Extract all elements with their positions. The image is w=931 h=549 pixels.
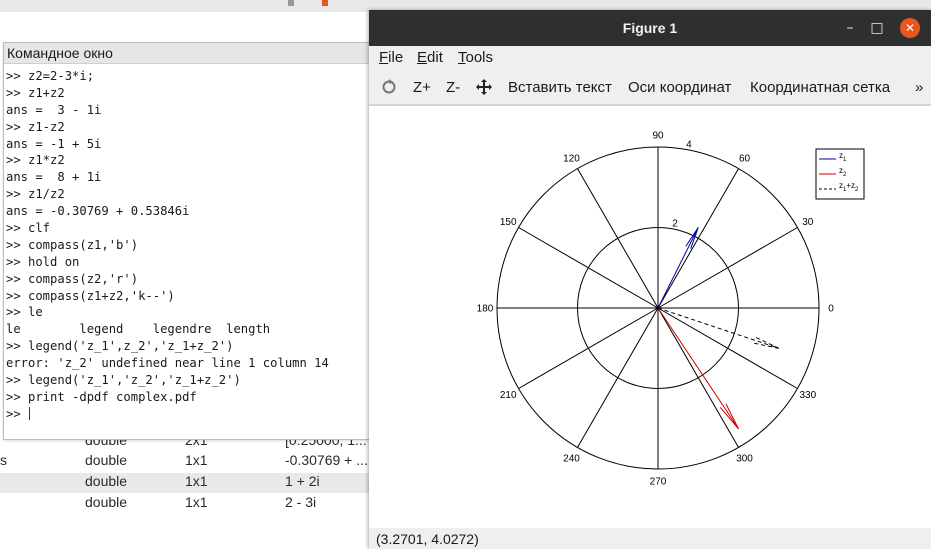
angle-tick-label: 90 — [652, 131, 664, 142]
command-line: >> compass(z1,'b') — [6, 237, 139, 252]
vector-z2 — [657, 307, 739, 430]
figure-titlebar[interactable]: Figure 1 – □ ✕ — [369, 10, 931, 46]
workspace-size: 1x1 — [185, 494, 208, 510]
menu-edit-mnemonic: E — [417, 49, 428, 66]
angle-spoke — [518, 307, 659, 389]
vector-z1plusz2 — [657, 307, 779, 349]
workspace-name: s — [0, 452, 7, 468]
minimize-button[interactable]: – — [840, 18, 860, 38]
command-line: error: 'z_2' undefined near line 1 colum… — [6, 356, 329, 371]
background-mark — [322, 0, 328, 6]
angle-spoke — [518, 227, 659, 309]
workspace-size: 1x1 — [185, 473, 208, 489]
workspace-type: double — [85, 452, 128, 468]
angle-spoke — [577, 168, 659, 309]
command-line: >> z1/z2 — [6, 187, 65, 202]
command-window-body[interactable]: >> z2=2-3*i; >> z1+z2 ans = 3 - 1i >> z1… — [4, 64, 370, 423]
figure-menubar: File Edit Tools — [369, 46, 931, 70]
command-line: >> z1*z2 — [6, 153, 65, 168]
command-line: >> z1+z2 — [6, 85, 65, 100]
angle-tick-label: 240 — [563, 453, 580, 464]
menu-edit[interactable]: Edit — [417, 49, 443, 66]
workspace-value: 2 - 3i — [285, 494, 317, 510]
command-window-title: Командное окно — [4, 43, 370, 64]
menu-tools-label: ools — [465, 49, 494, 66]
menu-tools[interactable]: Tools — [458, 49, 493, 66]
pan-icon[interactable] — [475, 78, 493, 100]
command-prompt-line[interactable]: >> — [6, 406, 370, 423]
angle-tick-label: 210 — [500, 390, 517, 401]
vector-arrowhead — [753, 335, 779, 349]
table-row[interactable]: s double 1x1 -0.30769 + ... — [0, 452, 370, 472]
angle-tick-label: 300 — [736, 453, 753, 464]
cursor-coordinates: (3.2701, 4.0272) — [376, 531, 479, 547]
angle-tick-label: 120 — [563, 154, 580, 165]
menu-file-mnemonic: F — [379, 49, 389, 66]
command-line: >> compass(z1+z2,'k--') — [6, 288, 175, 303]
status-bar: (3.2701, 4.0272) — [369, 528, 931, 549]
close-button[interactable]: ✕ — [900, 18, 920, 38]
compass-plot[interactable]: 0 30 60 90 120 150 180 210 240 270 300 330 2 4 z1z2z1… — [369, 106, 931, 528]
background-mark — [288, 0, 294, 6]
insert-text-button[interactable]: Вставить текст — [508, 79, 612, 96]
maximize-button[interactable]: □ — [867, 18, 887, 38]
command-line: >> legend('z_1',z_2','z_1+z_2') — [6, 339, 234, 354]
figure-canvas[interactable]: 0 30 60 90 120 150 180 210 240 270 300 330 2 4 z1 z2 z1… — [369, 105, 931, 529]
command-window[interactable]: Командное окно >> z2=2-3*i; >> z1+z2 ans… — [3, 42, 371, 440]
radial-tick-label: 2 — [672, 219, 678, 230]
figure-window[interactable]: Figure 1 – □ ✕ File Edit Tools Z+ Z- Вст… — [369, 10, 931, 549]
menu-edit-label: dit — [427, 49, 443, 66]
command-line: >> z2=2-3*i; — [6, 69, 95, 83]
menu-file-label: ile — [388, 49, 404, 66]
command-line: ans = 3 - 1i — [6, 102, 102, 117]
workspace-type: double — [85, 494, 128, 510]
angle-spoke — [657, 168, 739, 309]
angle-spoke — [657, 307, 739, 448]
workspace-table: double 2x1 [0.25000; 1... s double 1x1 -… — [0, 432, 370, 549]
legend[interactable]: z1z2z1+z2 — [815, 148, 865, 200]
angle-tick-label: 270 — [650, 477, 667, 488]
command-line: >> legend('z_1','z_2','z_1+z_2') — [6, 373, 241, 388]
command-line: le legend legendre length — [6, 322, 271, 337]
angle-tick-label: 60 — [739, 154, 751, 165]
command-line: ans = 8 + 1i — [6, 170, 102, 185]
workspace-type: double — [85, 473, 128, 489]
grid-toggle-button[interactable]: Координатная сетка — [750, 79, 890, 96]
axes-toggle-button[interactable]: Оси координат — [628, 79, 731, 96]
command-prompt: >> — [6, 406, 29, 421]
table-row[interactable]: double 1x1 1 + 2i — [0, 473, 370, 493]
angle-spoke — [657, 227, 798, 309]
command-line: >> clf — [6, 221, 51, 236]
angle-spoke — [577, 307, 659, 448]
table-row[interactable]: double 1x1 2 - 3i — [0, 494, 370, 514]
rotate-icon[interactable] — [380, 77, 398, 99]
angle-tick-label: 150 — [500, 217, 517, 228]
angle-tick-label: 180 — [477, 304, 494, 315]
zoom-in-button[interactable]: Z+ — [413, 79, 431, 96]
command-line: >> compass(z2,'r') — [6, 271, 139, 286]
vector-series — [657, 227, 779, 430]
workspace-value: 1 + 2i — [285, 473, 320, 489]
workspace-value: -0.30769 + ... — [285, 452, 368, 468]
figure-toolbar: Z+ Z- Вставить текст Оси координат Коорд… — [369, 72, 931, 105]
angle-tick-label: 330 — [799, 390, 816, 401]
command-line: ans = -1 + 5i — [6, 136, 102, 151]
command-line: >> le — [6, 305, 43, 320]
angle-tick-label: 0 — [828, 304, 834, 315]
text-cursor — [29, 406, 31, 420]
command-line: >> print -dpdf complex.pdf — [6, 389, 197, 404]
menu-tools-mnemonic: T — [458, 49, 466, 66]
workspace-size: 1x1 — [185, 452, 208, 468]
angle-tick-label: 30 — [802, 217, 814, 228]
command-line: ans = -0.30769 + 0.53846i — [6, 204, 190, 219]
zoom-out-button[interactable]: Z- — [446, 79, 460, 96]
radial-tick-label: 4 — [686, 139, 692, 150]
menu-file[interactable]: File — [379, 49, 403, 66]
command-line: >> hold on — [6, 254, 80, 269]
toolbar-overflow-button[interactable]: » — [915, 79, 923, 96]
command-line: >> z1-z2 — [6, 119, 65, 134]
